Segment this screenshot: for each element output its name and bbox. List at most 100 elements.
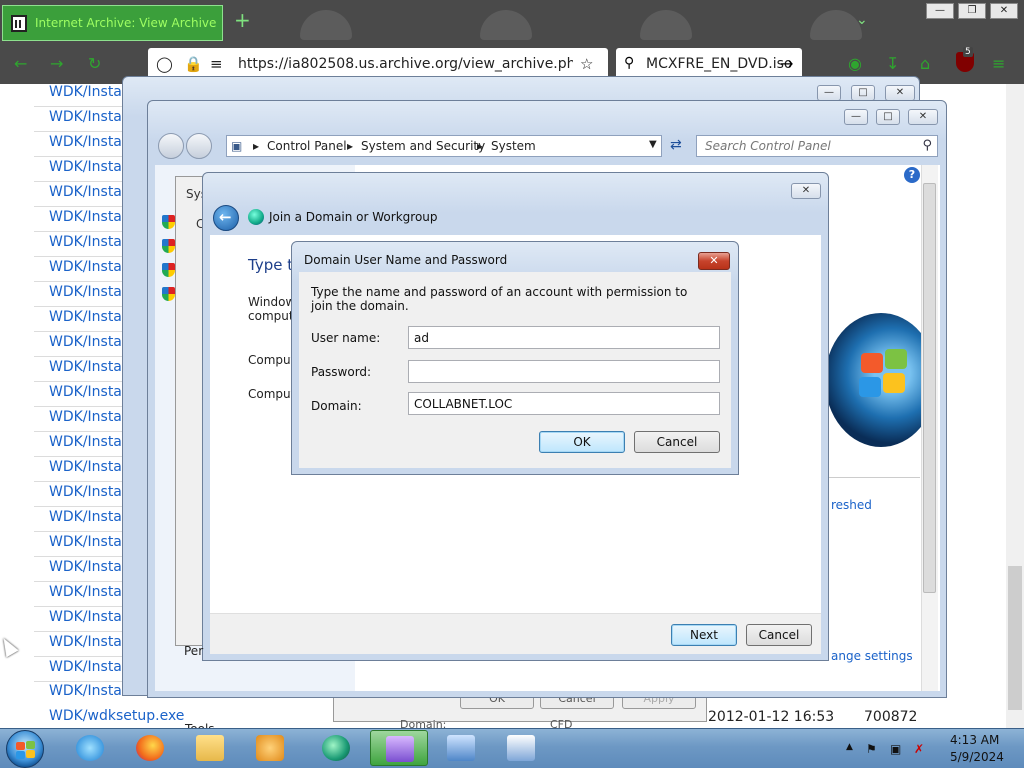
cp-change-settings-link[interactable]: ange settings bbox=[831, 649, 913, 663]
file-link[interactable]: WDK/Install bbox=[49, 534, 130, 550]
close-button[interactable]: ✕ bbox=[885, 85, 915, 101]
taskbar-active-app[interactable] bbox=[370, 730, 428, 766]
password-input[interactable] bbox=[408, 360, 720, 383]
cancel-button[interactable]: Cancel bbox=[746, 624, 812, 646]
file-link[interactable]: WDK/Install bbox=[49, 484, 130, 500]
menu-icon[interactable]: ≡ bbox=[992, 54, 1005, 73]
file-link[interactable]: WDK/Install bbox=[49, 634, 130, 650]
url-text[interactable]: https://ia802508.us.archive.org/view_arc… bbox=[238, 56, 573, 72]
next-button[interactable]: Next bbox=[671, 624, 737, 646]
file-link[interactable]: WDK/Install bbox=[49, 209, 130, 225]
minimize-button[interactable]: — bbox=[817, 85, 841, 101]
forward-arrow-icon[interactable]: → bbox=[50, 54, 63, 73]
file-link[interactable]: WDK/Install bbox=[49, 559, 130, 575]
breadcrumb-separator-icon[interactable]: ▸ bbox=[347, 139, 353, 153]
extension-icon[interactable]: ◉ bbox=[848, 54, 862, 73]
wdksetup-link[interactable]: WDK/wdksetup.exe bbox=[49, 708, 184, 724]
domain-input[interactable] bbox=[408, 392, 720, 415]
flag-icon[interactable]: ⚑ bbox=[866, 742, 877, 756]
file-link[interactable]: WDK/Install bbox=[49, 584, 130, 600]
wizard-text: Comput bbox=[248, 353, 296, 367]
row-divider bbox=[34, 131, 124, 132]
wizard-text: Window bbox=[248, 295, 296, 309]
breadcrumb-system[interactable]: System bbox=[491, 139, 536, 153]
taskbar-app[interactable] bbox=[307, 730, 365, 766]
taskbar-system[interactable] bbox=[492, 730, 550, 766]
breadcrumb-separator-icon[interactable]: ▸ bbox=[477, 139, 483, 153]
file-link[interactable]: WDK/Install bbox=[49, 309, 130, 325]
file-link[interactable]: WDK/Install bbox=[49, 84, 130, 100]
row-divider bbox=[34, 656, 124, 657]
mouse-cursor-icon bbox=[0, 634, 19, 658]
reload-icon[interactable]: ↻ bbox=[88, 54, 101, 73]
taskbar-control-panel[interactable] bbox=[432, 730, 490, 766]
file-link[interactable]: WDK/Install bbox=[49, 184, 130, 200]
new-tab-button[interactable]: + bbox=[234, 10, 251, 30]
restore-button[interactable]: ❐ bbox=[958, 3, 986, 19]
cp-back-button[interactable] bbox=[158, 133, 184, 159]
file-link[interactable]: WDK/Install bbox=[49, 509, 130, 525]
browser-tab-active[interactable]: Internet Archive: View Archive bbox=[2, 5, 223, 41]
go-arrow-icon[interactable]: → bbox=[780, 54, 793, 73]
download-icon[interactable]: ↧ bbox=[886, 54, 899, 73]
permissions-icon[interactable]: ≡ bbox=[210, 55, 223, 73]
file-link[interactable]: WDK/Install bbox=[49, 359, 130, 375]
breadcrumb-control-panel[interactable]: Control Panel bbox=[267, 139, 347, 153]
chevron-down-icon[interactable]: ⌄ bbox=[856, 12, 868, 28]
cp-address-bar[interactable]: ▣ ▸ Control Panel ▸ System and Security … bbox=[226, 135, 662, 157]
refresh-icon[interactable]: ⇄ bbox=[670, 137, 682, 153]
file-link[interactable]: WDK/Install bbox=[49, 234, 130, 250]
username-input[interactable] bbox=[408, 326, 720, 349]
file-link[interactable]: WDK/Install bbox=[49, 334, 130, 350]
breadcrumb-system-security[interactable]: System and Security bbox=[361, 139, 485, 153]
file-link[interactable]: WDK/Install bbox=[49, 159, 130, 175]
minimize-button[interactable]: — bbox=[844, 109, 868, 125]
file-link[interactable]: WDK/Install bbox=[49, 459, 130, 475]
page-scroll-thumb[interactable] bbox=[1008, 566, 1022, 710]
computer-icon bbox=[507, 735, 535, 761]
start-button[interactable] bbox=[6, 730, 44, 768]
chevron-down-icon[interactable]: ▼ bbox=[649, 139, 657, 150]
cp-forward-button[interactable] bbox=[186, 133, 212, 159]
search-text[interactable]: MCXFRE_EN_DVD.iso bbox=[646, 56, 792, 72]
cp-search-input[interactable]: Search Control Panel ⚲ bbox=[696, 135, 938, 157]
maximize-button[interactable]: □ bbox=[851, 85, 875, 101]
bookmark-star-icon[interactable]: ☆ bbox=[580, 55, 593, 73]
close-button[interactable]: ✕ bbox=[908, 109, 938, 125]
cancel-button[interactable]: Cancel bbox=[634, 431, 720, 453]
back-arrow-icon[interactable] bbox=[213, 205, 239, 231]
back-arrow-icon[interactable]: ← bbox=[14, 54, 27, 73]
taskbar-firefox[interactable] bbox=[121, 730, 179, 766]
close-button[interactable]: ✕ bbox=[791, 183, 821, 199]
search-icon[interactable]: ⚲ bbox=[922, 138, 932, 153]
maximize-button[interactable]: □ bbox=[876, 109, 900, 125]
clock-date[interactable]: 5/9/2024 bbox=[950, 750, 1004, 764]
file-link[interactable]: WDK/Install bbox=[49, 609, 130, 625]
taskbar-media-player[interactable] bbox=[241, 730, 299, 766]
row-divider bbox=[34, 181, 124, 182]
clock-time[interactable]: 4:13 AM bbox=[950, 733, 999, 747]
cp-scroll-thumb[interactable] bbox=[923, 183, 936, 593]
network-icon[interactable]: ▣ bbox=[890, 742, 901, 756]
home-icon[interactable]: ⌂ bbox=[920, 54, 930, 73]
file-link[interactable]: WDK/Install bbox=[49, 409, 130, 425]
file-link[interactable]: WDK/Install bbox=[49, 259, 130, 275]
breadcrumb-separator-icon[interactable]: ▸ bbox=[253, 139, 259, 153]
chevron-up-icon[interactable]: ▲ bbox=[846, 742, 853, 752]
file-link[interactable]: WDK/Install bbox=[49, 659, 130, 675]
taskbar-internet-explorer[interactable] bbox=[61, 730, 119, 766]
file-link[interactable]: WDK/Install bbox=[49, 384, 130, 400]
file-link[interactable]: WDK/Install bbox=[49, 284, 130, 300]
close-button[interactable]: ✕ bbox=[698, 252, 730, 270]
cp-refreshed-link[interactable]: reshed bbox=[831, 498, 872, 512]
ok-button[interactable]: OK bbox=[539, 431, 625, 453]
close-button[interactable]: ✕ bbox=[990, 3, 1018, 19]
help-icon[interactable]: ? bbox=[904, 167, 920, 183]
file-link[interactable]: WDK/Install bbox=[49, 434, 130, 450]
taskbar-explorer[interactable] bbox=[181, 730, 239, 766]
volume-muted-icon[interactable]: ✗ bbox=[914, 742, 924, 756]
shield-icon[interactable]: ◯ bbox=[156, 55, 173, 73]
file-link[interactable]: WDK/Install bbox=[49, 109, 130, 125]
file-link[interactable]: WDK/Install bbox=[49, 134, 130, 150]
minimize-button[interactable]: — bbox=[926, 3, 954, 19]
